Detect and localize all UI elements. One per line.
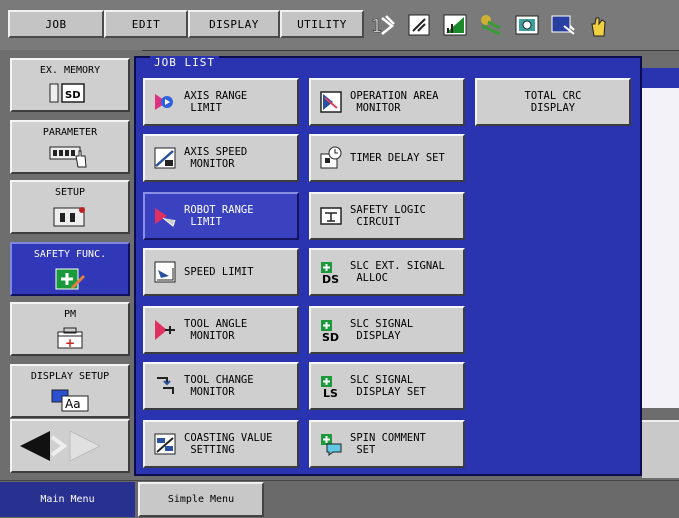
- content-area: [642, 68, 679, 408]
- sidebar-item-pm[interactable]: PM +: [10, 302, 130, 356]
- svg-text:SD: SD: [322, 331, 339, 342]
- tool-change-icon: [153, 374, 177, 398]
- teach-icon[interactable]: [478, 12, 504, 38]
- btn-slc-ext-signal-alloc[interactable]: DS SLC EXT. SIGNAL ALLOC: [309, 248, 465, 296]
- edit-check-icon[interactable]: [406, 12, 432, 38]
- slc-sd-icon: SD: [319, 318, 343, 342]
- btn-operation-area-monitor[interactable]: OPERATION AREA MONITOR: [309, 78, 465, 126]
- btn-total-crc-display[interactable]: TOTAL CRC DISPLAY: [475, 78, 631, 126]
- svg-text:+: +: [65, 336, 75, 350]
- hand-icon[interactable]: [586, 12, 612, 38]
- status-toolbar: 1: [370, 10, 678, 40]
- coasting-icon: [153, 432, 177, 456]
- parameter-icon: [48, 144, 92, 171]
- camera-icon[interactable]: [514, 12, 540, 38]
- btn-robot-range-limit[interactable]: ROBOT RANGE LIMIT: [143, 192, 299, 240]
- sidebar-item-safety-func[interactable]: SAFETY FUNC.: [10, 242, 130, 296]
- svg-text:LS: LS: [323, 387, 338, 398]
- svg-text:1: 1: [371, 16, 382, 37]
- robot-range-icon: [153, 204, 177, 228]
- btn-tool-change-monitor[interactable]: TOOL CHANGE MONITOR: [143, 362, 299, 410]
- monitor-icon[interactable]: [550, 12, 576, 38]
- spin-comment-icon: [319, 432, 343, 456]
- pm-icon: +: [50, 326, 90, 353]
- menu-edit[interactable]: EDIT: [104, 10, 188, 38]
- slc-ds-icon: DS: [319, 260, 343, 284]
- menu-utility[interactable]: UTILITY: [280, 10, 364, 38]
- btn-speed-limit[interactable]: SPEED LIMIT: [143, 248, 299, 296]
- axis-speed-icon: [153, 146, 177, 170]
- svg-text:DS: DS: [322, 273, 339, 284]
- tab-simple-menu[interactable]: Simple Menu: [138, 482, 264, 517]
- right-gray-strip: [642, 420, 679, 478]
- sidebar-item-setup[interactable]: SETUP: [10, 180, 130, 234]
- btn-slc-signal-display-set[interactable]: LS SLC SIGNAL DISPLAY SET: [309, 362, 465, 410]
- job-list-title: JOB LIST: [150, 56, 219, 69]
- btn-spin-comment-set[interactable]: SPIN COMMENT SET: [309, 420, 465, 468]
- btn-safety-logic-circuit[interactable]: SAFETY LOGIC CIRCUIT: [309, 192, 465, 240]
- sd-card-icon: SD: [48, 82, 92, 107]
- svg-text:SD: SD: [65, 90, 81, 101]
- svg-text:Aa: Aa: [65, 397, 81, 411]
- display-setup-icon: Aa: [48, 388, 92, 415]
- safety-icon: [50, 266, 90, 295]
- sidebar-item-display-setup[interactable]: DISPLAY SETUP Aa: [10, 364, 130, 418]
- setup-icon: [50, 204, 90, 231]
- sidebar-item-parameter[interactable]: PARAMETER: [10, 120, 130, 174]
- nav-right-arrow-icon[interactable]: [69, 430, 102, 462]
- tool-angle-icon: [153, 318, 177, 342]
- tab-main-menu[interactable]: Main Menu: [0, 482, 135, 517]
- interlock-icon[interactable]: 1: [370, 12, 396, 38]
- btn-axis-speed-monitor[interactable]: AXIS SPEED MONITOR: [143, 134, 299, 182]
- axis-range-icon: [153, 90, 177, 114]
- btn-tool-angle-monitor[interactable]: TOOL ANGLE MONITOR: [143, 306, 299, 354]
- slc-ls-icon: LS: [319, 374, 343, 398]
- btn-timer-delay-set[interactable]: TIMER DELAY SET: [309, 134, 465, 182]
- signal-icon[interactable]: [442, 12, 468, 38]
- timer-icon: [319, 146, 343, 170]
- menu-display[interactable]: DISPLAY: [188, 10, 280, 38]
- nav-left-arrow-icon[interactable]: [20, 431, 50, 461]
- menu-job[interactable]: JOB: [8, 10, 104, 38]
- btn-coasting-value-setting[interactable]: COASTING VALUE SETTING: [143, 420, 299, 468]
- sidebar-item-ex-memory[interactable]: EX. MEMORY SD: [10, 58, 130, 112]
- logic-circuit-icon: [319, 204, 343, 228]
- speed-limit-icon: [153, 260, 177, 284]
- btn-slc-signal-display[interactable]: SD SLC SIGNAL DISPLAY: [309, 306, 465, 354]
- btn-axis-range-limit[interactable]: AXIS RANGE LIMIT: [143, 78, 299, 126]
- operation-area-icon: [319, 90, 343, 114]
- page-nav-buttons: [10, 419, 130, 473]
